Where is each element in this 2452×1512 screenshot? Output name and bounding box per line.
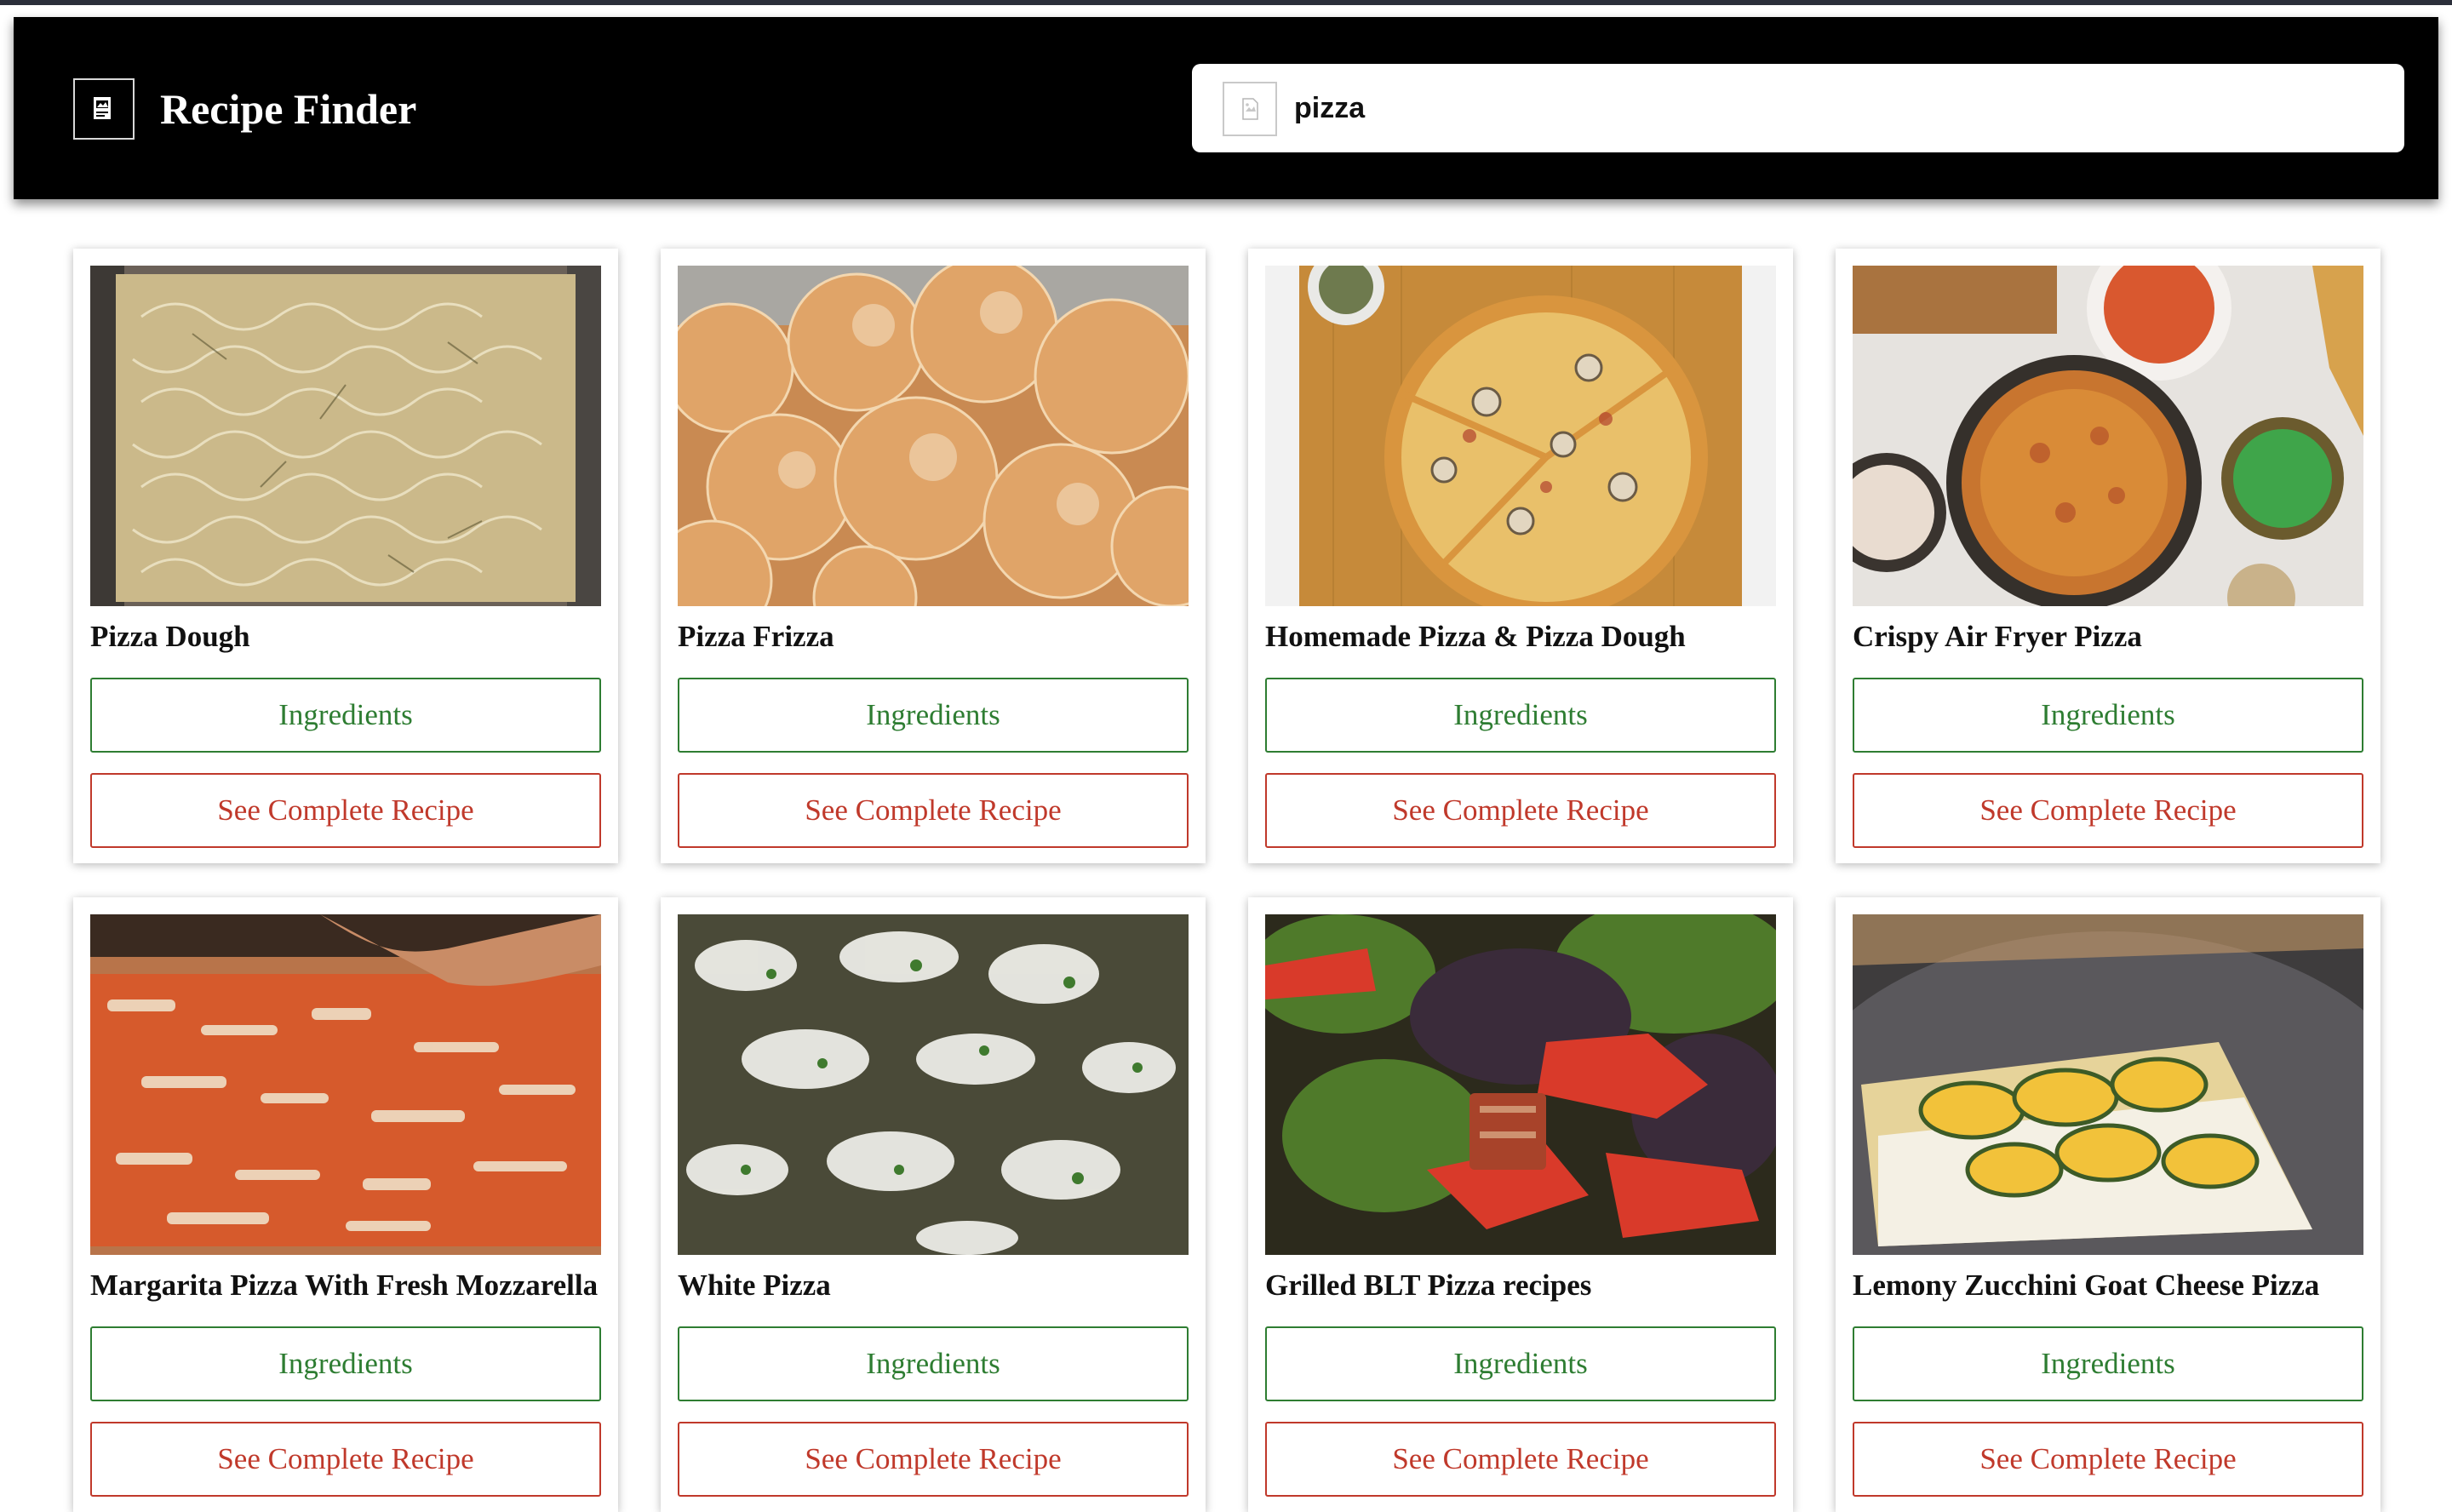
ingredients-button[interactable]: Ingredients bbox=[90, 1326, 601, 1401]
broken-image-icon bbox=[73, 78, 135, 140]
recipe-image bbox=[90, 914, 601, 1255]
recipe-title: Grilled BLT Pizza recipes bbox=[1265, 1269, 1592, 1302]
see-complete-recipe-button[interactable]: See Complete Recipe bbox=[1853, 773, 2363, 848]
recipe-title: Margarita Pizza With Fresh Mozzarella bbox=[90, 1269, 599, 1302]
recipe-card: Pizza Frizza Ingredients See Complete Re… bbox=[661, 249, 1206, 863]
recipe-title: White Pizza bbox=[678, 1269, 831, 1302]
recipe-title: Pizza Dough bbox=[90, 620, 250, 653]
broken-image-icon bbox=[1223, 82, 1277, 136]
see-complete-recipe-button[interactable]: See Complete Recipe bbox=[678, 773, 1189, 848]
recipe-title: Lemony Zucchini Goat Cheese Pizza bbox=[1853, 1269, 2320, 1302]
top-rule bbox=[0, 0, 2452, 5]
ingredients-button[interactable]: Ingredients bbox=[678, 1326, 1189, 1401]
recipe-image bbox=[1265, 266, 1776, 606]
see-complete-recipe-button[interactable]: See Complete Recipe bbox=[678, 1422, 1189, 1497]
see-complete-recipe-button[interactable]: See Complete Recipe bbox=[1853, 1422, 2363, 1497]
recipe-image bbox=[678, 914, 1189, 1255]
see-complete-recipe-button[interactable]: See Complete Recipe bbox=[1265, 773, 1776, 848]
recipe-card: Pizza Dough Ingredients See Complete Rec… bbox=[73, 249, 618, 863]
recipe-grid: Pizza Dough Ingredients See Complete Rec… bbox=[73, 249, 2380, 1512]
recipe-card: Homemade Pizza & Pizza Dough Ingredients… bbox=[1248, 249, 1793, 863]
recipe-card: Lemony Zucchini Goat Cheese Pizza Ingred… bbox=[1836, 897, 2380, 1512]
recipe-image bbox=[1853, 914, 2363, 1255]
ingredients-button[interactable]: Ingredients bbox=[1265, 1326, 1776, 1401]
see-complete-recipe-button[interactable]: See Complete Recipe bbox=[90, 773, 601, 848]
recipe-title: Pizza Frizza bbox=[678, 620, 834, 653]
see-complete-recipe-button[interactable]: See Complete Recipe bbox=[90, 1422, 601, 1497]
recipe-title: Homemade Pizza & Pizza Dough bbox=[1265, 620, 1686, 653]
app-header: Recipe Finder bbox=[14, 17, 2438, 199]
ingredients-button[interactable]: Ingredients bbox=[678, 678, 1189, 753]
search-input[interactable] bbox=[1287, 79, 2384, 137]
recipe-card: Grilled BLT Pizza recipes Ingredients Se… bbox=[1248, 897, 1793, 1512]
ingredients-button[interactable]: Ingredients bbox=[90, 678, 601, 753]
recipe-title: Crispy Air Fryer Pizza bbox=[1853, 620, 2142, 653]
ingredients-button[interactable]: Ingredients bbox=[1853, 1326, 2363, 1401]
ingredients-button[interactable]: Ingredients bbox=[1853, 678, 2363, 753]
app-title: Recipe Finder bbox=[160, 85, 417, 133]
recipe-card: White Pizza Ingredients See Complete Rec… bbox=[661, 897, 1206, 1512]
see-complete-recipe-button[interactable]: See Complete Recipe bbox=[1265, 1422, 1776, 1497]
recipe-image bbox=[678, 266, 1189, 606]
recipe-card: Margarita Pizza With Fresh Mozzarella In… bbox=[73, 897, 618, 1512]
ingredients-button[interactable]: Ingredients bbox=[1265, 678, 1776, 753]
recipe-card: Crispy Air Fryer Pizza Ingredients See C… bbox=[1836, 249, 2380, 863]
recipe-image bbox=[90, 266, 601, 606]
search-bar[interactable] bbox=[1192, 64, 2404, 152]
recipe-image bbox=[1265, 914, 1776, 1255]
recipe-image bbox=[1853, 266, 2363, 606]
